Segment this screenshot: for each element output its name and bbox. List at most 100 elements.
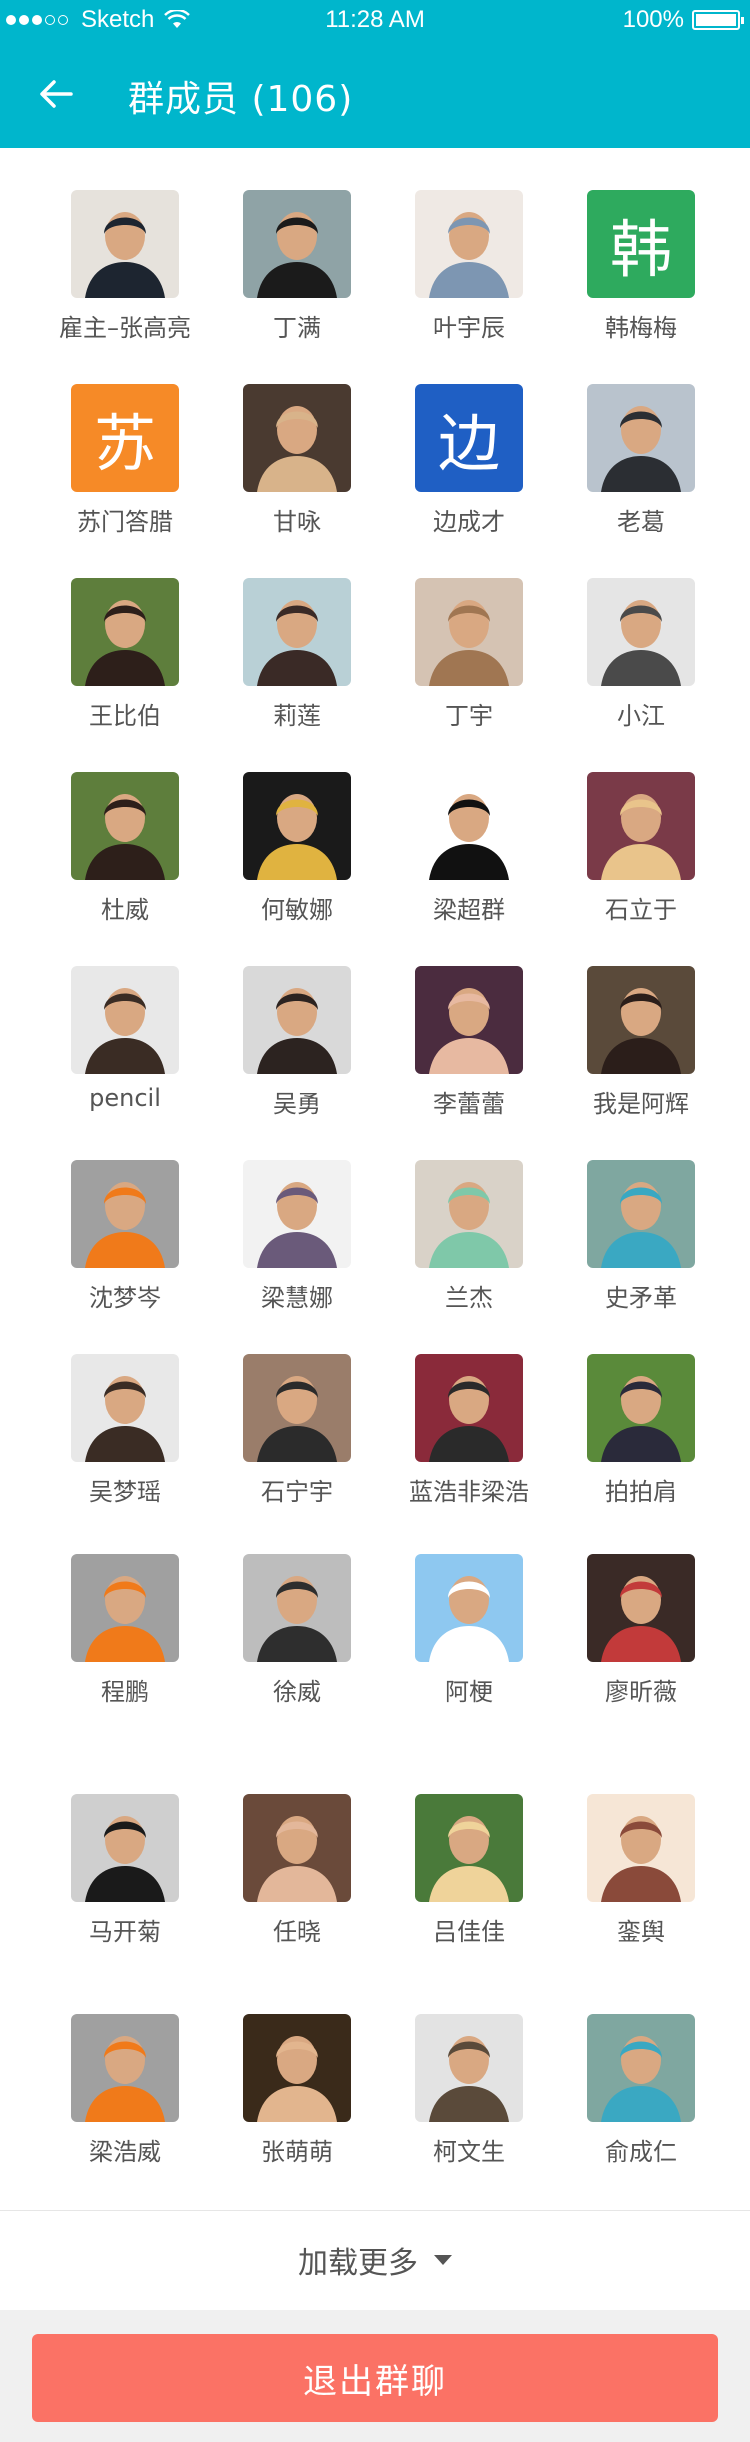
member-name: 徐威 xyxy=(273,1678,321,1706)
exit-group-button[interactable]: 退出群聊 xyxy=(32,2334,718,2422)
battery-percent: 100% xyxy=(622,6,684,33)
member-item[interactable]: 史矛革 xyxy=(555,1160,727,1313)
member-item[interactable]: 石立于 xyxy=(555,772,727,925)
member-item[interactable]: 吕佳佳 xyxy=(383,1794,555,1947)
member-item[interactable]: 吴梦瑶 xyxy=(39,1354,211,1507)
member-name: 李蕾蕾 xyxy=(433,1090,505,1118)
battery-icon xyxy=(692,10,744,30)
member-item[interactable]: 我是阿辉 xyxy=(555,966,727,1119)
member-item[interactable]: 銮舆 xyxy=(555,1794,727,1947)
member-name: 吴勇 xyxy=(273,1090,321,1118)
member-item[interactable]: 雇主–张高亮 xyxy=(39,190,211,343)
member-item[interactable]: 徐威 xyxy=(211,1554,383,1707)
member-item[interactable]: 程鹏 xyxy=(39,1554,211,1707)
member-item[interactable]: 兰杰 xyxy=(383,1160,555,1313)
avatar-photo xyxy=(429,988,509,1074)
avatar xyxy=(587,1160,695,1268)
avatar-photo xyxy=(429,794,509,880)
member-item[interactable]: 李蕾蕾 xyxy=(383,966,555,1119)
member-item[interactable]: 张萌萌 xyxy=(211,2014,383,2167)
avatar xyxy=(587,966,695,1074)
member-name: 杜威 xyxy=(101,896,149,924)
avatar xyxy=(243,1354,351,1462)
member-item[interactable]: 梁超群 xyxy=(383,772,555,925)
avatar-photo xyxy=(429,600,509,686)
member-name: 张萌萌 xyxy=(261,2138,333,2166)
member-item[interactable]: 任晓 xyxy=(211,1794,383,1947)
avatar-photo xyxy=(257,406,337,492)
member-item[interactable]: 丁宇 xyxy=(383,578,555,731)
member-name: 吴梦瑶 xyxy=(89,1478,161,1506)
status-bar: Sketch 11:28 AM 100% xyxy=(0,0,750,40)
member-item[interactable]: 甘咏 xyxy=(211,384,383,537)
avatar-initial: 苏 xyxy=(93,407,156,480)
avatar-initial: 边 xyxy=(437,407,500,480)
member-name: pencil xyxy=(89,1084,161,1112)
member-item[interactable]: 叶宇辰 xyxy=(383,190,555,343)
member-item[interactable]: 柯文生 xyxy=(383,2014,555,2167)
avatar xyxy=(243,190,351,298)
member-item[interactable]: 俞成仁 xyxy=(555,2014,727,2167)
member-name: 丁宇 xyxy=(445,702,493,730)
avatar xyxy=(587,1794,695,1902)
member-item[interactable]: 吴勇 xyxy=(211,966,383,1119)
member-item[interactable]: 廖昕薇 xyxy=(555,1554,727,1707)
member-name: 蓝浩非梁浩 xyxy=(409,1478,529,1506)
avatar xyxy=(71,1794,179,1902)
avatar xyxy=(415,1554,523,1662)
member-name: 甘咏 xyxy=(273,508,321,536)
member-item[interactable]: 沈梦岑 xyxy=(39,1160,211,1313)
footer: 退出群聊 xyxy=(0,2310,750,2442)
avatar-photo xyxy=(429,1816,509,1902)
member-name: 王比伯 xyxy=(89,702,161,730)
member-item[interactable]: 老葛 xyxy=(555,384,727,537)
avatar xyxy=(71,966,179,1074)
member-item[interactable]: 石宁宇 xyxy=(211,1354,383,1507)
member-name: 任晓 xyxy=(273,1918,321,1946)
avatar-photo xyxy=(85,794,165,880)
member-item[interactable]: pencil xyxy=(39,966,211,1112)
member-item[interactable]: 莉莲 xyxy=(211,578,383,731)
caret-down-icon xyxy=(434,2255,452,2265)
member-item[interactable]: 马开菊 xyxy=(39,1794,211,1947)
arrow-left-icon xyxy=(40,80,73,108)
member-item[interactable]: 梁浩威 xyxy=(39,2014,211,2167)
member-item[interactable]: 王比伯 xyxy=(39,578,211,731)
avatar xyxy=(243,578,351,686)
avatar: 边 xyxy=(415,384,523,492)
back-button[interactable] xyxy=(28,68,84,120)
avatar xyxy=(71,1354,179,1462)
avatar xyxy=(587,384,695,492)
avatar-photo xyxy=(429,1576,509,1662)
member-name: 銮舆 xyxy=(617,1918,665,1946)
member-name: 石立于 xyxy=(605,896,677,924)
member-name: 莉莲 xyxy=(273,702,321,730)
member-item[interactable]: 阿梗 xyxy=(383,1554,555,1707)
avatar-photo xyxy=(257,1182,337,1268)
avatar xyxy=(587,2014,695,2122)
member-name: 吕佳佳 xyxy=(433,1918,505,1946)
member-item[interactable]: 梁慧娜 xyxy=(211,1160,383,1313)
member-item[interactable]: 边边成才 xyxy=(383,384,555,537)
member-name: 兰杰 xyxy=(445,1284,493,1312)
member-item[interactable]: 丁满 xyxy=(211,190,383,343)
member-item[interactable]: 蓝浩非梁浩 xyxy=(383,1354,555,1507)
member-item[interactable]: 韩韩梅梅 xyxy=(555,190,727,343)
member-item[interactable]: 杜威 xyxy=(39,772,211,925)
avatar xyxy=(243,1160,351,1268)
avatar xyxy=(71,2014,179,2122)
member-item[interactable]: 何敏娜 xyxy=(211,772,383,925)
avatar-photo xyxy=(429,2036,509,2122)
member-name: 沈梦岑 xyxy=(89,1284,161,1312)
member-name: 叶宇辰 xyxy=(433,314,505,342)
member-item[interactable]: 苏苏门答腊 xyxy=(39,384,211,537)
member-item[interactable]: 拍拍肩 xyxy=(555,1354,727,1507)
avatar-photo xyxy=(85,2036,165,2122)
avatar-photo xyxy=(85,1182,165,1268)
member-item[interactable]: 小江 xyxy=(555,578,727,731)
member-name: 小江 xyxy=(617,702,665,730)
load-more-button[interactable]: 加载更多 xyxy=(0,2210,750,2310)
member-name: 程鹏 xyxy=(101,1678,149,1706)
page-title: 群成员 (106) xyxy=(128,79,354,120)
avatar-initial: 韩 xyxy=(609,213,672,286)
